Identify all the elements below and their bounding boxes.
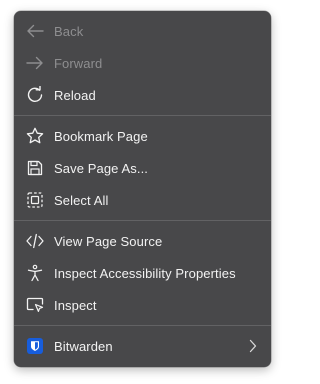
arrow-left-icon [24, 20, 46, 42]
bitwarden-icon [24, 335, 46, 357]
menu-item-reload[interactable]: Reload [14, 79, 271, 111]
reload-icon [24, 84, 46, 106]
menu-item-label: Inspect Accessibility Properties [54, 265, 236, 281]
code-icon [24, 230, 46, 252]
menu-item-back[interactable]: Back [14, 15, 271, 47]
menu-item-bitwarden[interactable]: Bitwarden [14, 330, 271, 362]
menu-item-label: Reload [54, 87, 96, 103]
select-all-icon [24, 189, 46, 211]
arrow-right-icon [24, 52, 46, 74]
chevron-right-icon [249, 339, 257, 356]
menu-item-view-page-source[interactable]: View Page Source [14, 225, 271, 257]
menu-item-bookmark-page[interactable]: Bookmark Page [14, 120, 271, 152]
menu-item-label: Bookmark Page [54, 128, 148, 144]
accessibility-icon [24, 262, 46, 284]
menu-item-label: Forward [54, 55, 103, 71]
menu-item-label: Back [54, 23, 84, 39]
menu-separator [14, 220, 271, 221]
menu-item-label: Bitwarden [54, 338, 113, 354]
menu-item-inspect[interactable]: Inspect [14, 289, 271, 321]
menu-item-save-page-as[interactable]: Save Page As... [14, 152, 271, 184]
menu-item-label: Save Page As... [54, 160, 149, 176]
menu-item-label: Select All [54, 192, 109, 208]
context-menu: Back Forward Reload Bookmark Page Save P… [14, 11, 271, 367]
menu-separator [14, 115, 271, 116]
menu-item-label: Inspect [54, 297, 97, 313]
menu-item-select-all[interactable]: Select All [14, 184, 271, 216]
menu-item-forward[interactable]: Forward [14, 47, 271, 79]
menu-item-label: View Page Source [54, 233, 163, 249]
menu-separator [14, 325, 271, 326]
save-icon [24, 157, 46, 179]
star-icon [24, 125, 46, 147]
inspect-icon [24, 294, 46, 316]
menu-item-inspect-accessibility-properties[interactable]: Inspect Accessibility Properties [14, 257, 271, 289]
